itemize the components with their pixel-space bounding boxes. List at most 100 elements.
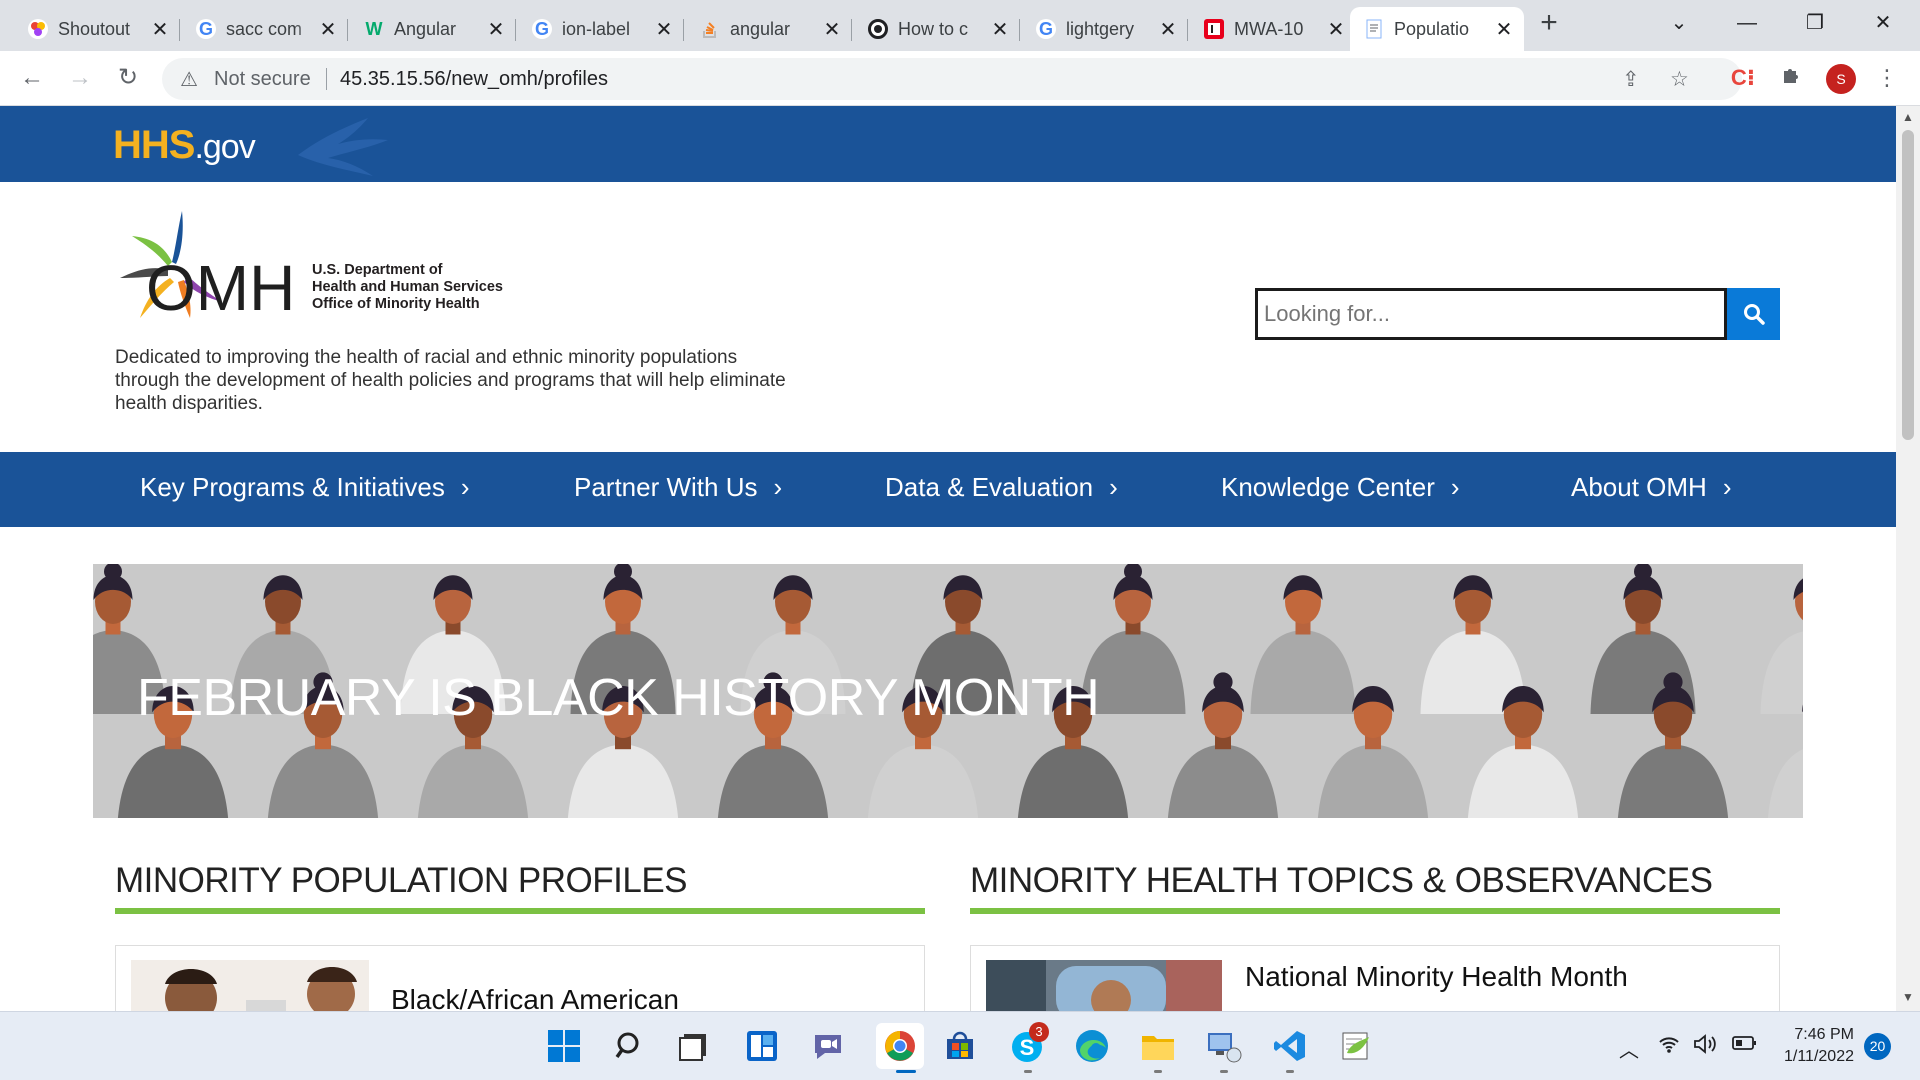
search-button[interactable] <box>1727 288 1780 340</box>
omh-dept-line: Office of Minority Health <box>312 296 480 312</box>
battery-icon[interactable] <box>1732 1034 1758 1058</box>
widgets-icon[interactable] <box>744 1028 780 1064</box>
close-tab-icon[interactable]: ✕ <box>1494 17 1514 42</box>
address-bar[interactable]: ⚠ Not secure 45.35.15.56/new_omh/profile… <box>162 58 1742 100</box>
close-tab-icon[interactable]: ✕ <box>1158 17 1178 42</box>
chrome-running-indicator <box>896 1070 916 1073</box>
nav-knowledge-center[interactable]: Knowledge Center › <box>1221 472 1460 503</box>
wifi-icon[interactable] <box>1658 1034 1680 1060</box>
scrollbar-thumb[interactable] <box>1902 130 1914 440</box>
extension-c-icon[interactable]: C⁝ <box>1728 63 1758 93</box>
nav-label: About OMH <box>1571 472 1707 502</box>
close-tab-icon[interactable]: ✕ <box>990 17 1010 42</box>
search-input[interactable] <box>1255 288 1727 340</box>
browser-tab[interactable]: angular ✕ <box>686 7 852 51</box>
tab-title: lightgery <box>1066 18 1135 39</box>
browser-tab[interactable]: W Angular ✕ <box>350 7 516 51</box>
file-explorer-icon[interactable] <box>1140 1028 1176 1064</box>
profile-card-title[interactable]: Black/African American <box>391 984 679 1011</box>
notepad-plus-icon[interactable] <box>1338 1028 1374 1064</box>
section-title-population-profiles: MINORITY POPULATION PROFILES <box>115 861 688 900</box>
tab-title: sacc com <box>226 18 303 39</box>
chrome-icon[interactable] <box>876 1023 924 1069</box>
topic-card-image <box>986 960 1222 1011</box>
taskbar-search-icon[interactable] <box>612 1028 648 1064</box>
browser-menu-icon[interactable]: ⋮ <box>1872 63 1902 93</box>
tab-title: How to c <box>898 18 969 39</box>
minimize-button[interactable]: — <box>1722 8 1772 38</box>
topic-card-title[interactable]: National Minority Health Month <box>1245 961 1628 993</box>
browser-tab[interactable]: G ion-label ✕ <box>518 7 684 51</box>
windows-start-icon[interactable] <box>546 1028 582 1064</box>
chevron-right-icon: › <box>460 472 470 502</box>
hero-banner[interactable]: FEBRUARY IS BLACK HISTORY MONTH <box>93 564 1803 818</box>
page-favicon-icon <box>1364 19 1384 39</box>
tab-title: Populatio <box>1394 18 1470 39</box>
running-indicator <box>1220 1070 1228 1073</box>
section-rule <box>970 908 1780 914</box>
tab-title: MWA-10 <box>1234 18 1304 39</box>
chevron-right-icon: › <box>773 472 783 502</box>
jira-favicon-icon <box>1204 19 1224 39</box>
tab-search-icon[interactable]: ⌄ <box>1654 8 1704 38</box>
close-tab-icon[interactable]: ✕ <box>150 17 170 42</box>
close-tab-icon[interactable]: ✕ <box>1326 17 1346 42</box>
edge-icon[interactable] <box>1074 1028 1110 1064</box>
show-hidden-icons-icon[interactable]: ︿ <box>1619 1034 1639 1063</box>
hhs-eagle-icon <box>298 118 388 176</box>
hhs-logo-main: HHS <box>113 123 195 167</box>
profile-avatar[interactable]: S <box>1826 64 1856 94</box>
scroll-up-icon[interactable]: ▲ <box>1896 110 1920 124</box>
browser-tab[interactable]: G lightgery ✕ <box>1022 7 1188 51</box>
back-icon[interactable]: ← <box>14 60 50 96</box>
close-tab-icon[interactable]: ✕ <box>822 17 842 42</box>
url-text[interactable]: 45.35.15.56/new_omh/profiles <box>340 68 608 91</box>
close-tab-icon[interactable]: ✕ <box>318 17 338 42</box>
google-favicon-icon: G <box>532 19 552 39</box>
browser-tab[interactable]: G sacc com ✕ <box>182 7 348 51</box>
microsoft-store-icon[interactable] <box>942 1028 978 1064</box>
section-rule <box>115 908 925 914</box>
clock-date: 1/11/2022 <box>1784 1048 1854 1065</box>
extensions-puzzle-icon[interactable] <box>1776 63 1806 93</box>
notification-count-badge[interactable]: 20 <box>1864 1033 1891 1060</box>
hhs-header-bar: HHS.gov <box>0 106 1896 182</box>
chevron-right-icon: › <box>1109 472 1118 502</box>
running-indicator <box>1024 1070 1032 1073</box>
vscode-icon[interactable] <box>1272 1028 1308 1064</box>
windows-taskbar: S 3 ︿ 7:46 PM 1/11/2022 20 <box>0 1011 1920 1080</box>
restore-button[interactable]: ❐ <box>1790 8 1840 38</box>
nav-partner-with-us[interactable]: Partner With Us › <box>574 472 782 503</box>
task-view-icon[interactable] <box>676 1028 712 1064</box>
share-icon[interactable]: ⇪ <box>1622 67 1640 92</box>
scroll-down-icon[interactable]: ▼ <box>1896 990 1920 1004</box>
warning-icon[interactable]: ⚠ <box>180 67 198 92</box>
nav-data-evaluation[interactable]: Data & Evaluation › <box>885 472 1118 503</box>
hero-title: FEBRUARY IS BLACK HISTORY MONTH <box>137 669 1100 727</box>
security-label[interactable]: Not secure <box>214 68 311 91</box>
new-tab-button[interactable]: + <box>1535 8 1563 38</box>
browser-tab-active[interactable]: Populatio ✕ <box>1350 7 1524 51</box>
bookmark-star-icon[interactable]: ☆ <box>1670 67 1689 92</box>
close-tab-icon[interactable]: ✕ <box>654 17 674 42</box>
close-tab-icon[interactable]: ✕ <box>486 17 506 42</box>
hhs-logo[interactable]: HHS.gov <box>113 123 256 168</box>
teams-chat-icon[interactable] <box>810 1028 846 1064</box>
close-window-button[interactable]: ✕ <box>1858 8 1908 38</box>
browser-tab[interactable]: Shoutout ✕ <box>14 7 180 51</box>
omh-dept-line: Health and Human Services <box>312 279 503 295</box>
volume-icon[interactable] <box>1693 1034 1719 1060</box>
browser-tab[interactable]: MWA-10 ✕ <box>1190 7 1356 51</box>
system-clock[interactable]: 7:46 PM 1/11/2022 <box>1770 1024 1854 1068</box>
nav-label: Key Programs & Initiatives <box>140 472 445 502</box>
nav-about-omh[interactable]: About OMH › <box>1571 472 1732 503</box>
reload-icon[interactable]: ↻ <box>110 60 146 96</box>
browser-tab[interactable]: How to c ✕ <box>854 7 1020 51</box>
chevron-right-icon: › <box>1722 472 1732 502</box>
nav-key-programs[interactable]: Key Programs & Initiatives › <box>140 472 470 503</box>
remote-desktop-icon[interactable] <box>1206 1028 1242 1064</box>
forward-icon[interactable]: → <box>62 60 98 96</box>
google-favicon-icon: G <box>1036 19 1056 39</box>
page-scrollbar[interactable]: ▲ ▼ <box>1896 106 1920 1011</box>
search-icon <box>1743 304 1765 325</box>
